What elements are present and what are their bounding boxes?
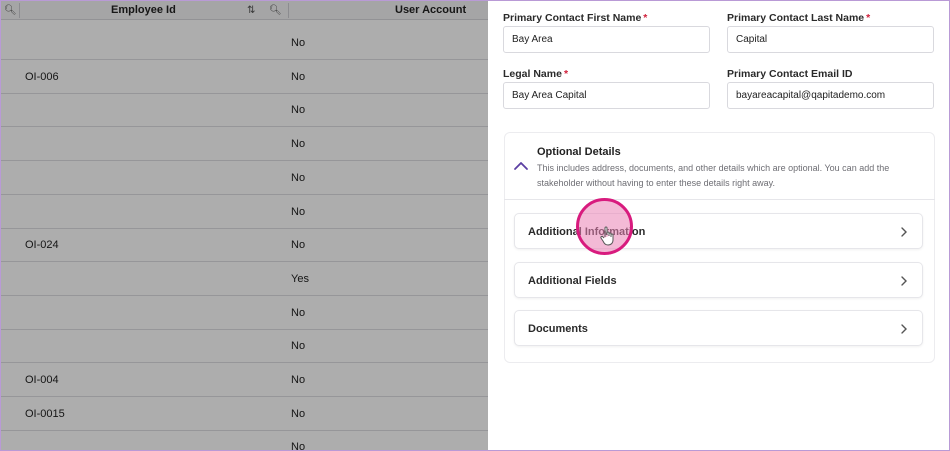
optional-details-description: This includes address, documents, and ot… [537, 163, 890, 188]
additional-information-section[interactable]: Additional Information [514, 213, 923, 249]
email-label: Primary Contact Email ID [727, 68, 853, 80]
section-label: Additional Fields [528, 275, 617, 287]
chevron-up-icon[interactable] [513, 159, 529, 173]
optional-details-title[interactable]: Optional Details [537, 146, 621, 158]
documents-section[interactable]: Documents [514, 310, 923, 346]
chevron-right-icon [901, 324, 907, 334]
legal-name-label: Legal Name * [503, 68, 569, 80]
first-name-input[interactable] [503, 26, 710, 53]
modal-backdrop[interactable] [1, 1, 488, 450]
additional-fields-section[interactable]: Additional Fields [514, 262, 923, 298]
legal-name-input[interactable] [503, 82, 710, 109]
chevron-right-icon [901, 276, 907, 286]
chevron-right-icon [901, 227, 907, 237]
first-name-label: Primary Contact First Name * [503, 12, 648, 24]
last-name-input[interactable] [727, 26, 934, 53]
section-label: Documents [528, 323, 588, 335]
app-window: 🔍︎ Employee Id ⇅ 🔍︎ User Account No OI-00… [0, 0, 950, 451]
last-name-label: Primary Contact Last Name * [727, 12, 871, 24]
employee-table: 🔍︎ Employee Id ⇅ 🔍︎ User Account No OI-00… [1, 1, 488, 450]
hand-cursor-icon [600, 226, 614, 246]
divider [504, 199, 935, 200]
email-input[interactable] [727, 82, 934, 109]
